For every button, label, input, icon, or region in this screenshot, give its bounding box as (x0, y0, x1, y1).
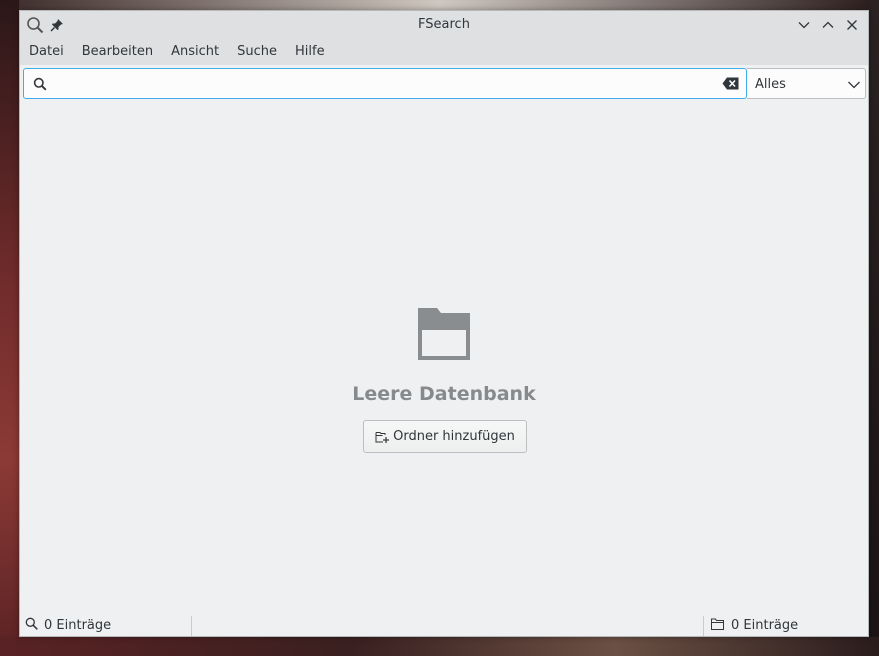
status-separator (191, 616, 192, 636)
window-title: FSearch (418, 17, 470, 32)
minimize-icon[interactable] (792, 14, 816, 36)
results-area: Leere Datenbank Ordner hinzufügen (20, 103, 868, 614)
chevron-down-icon (847, 78, 861, 96)
title-bar[interactable]: FSearch (20, 11, 868, 38)
menu-ansicht[interactable]: Ansicht (165, 38, 225, 65)
menu-datei[interactable]: Datei (23, 38, 70, 65)
folder-icon (711, 618, 724, 634)
fsearch-window: FSearch Datei Bearbeiten Ansicht Suche H… (19, 10, 869, 637)
status-bar: 0 Einträge 0 Einträge (20, 615, 868, 636)
db-count-text: 0 Einträge (731, 618, 799, 633)
desktop-background-right (869, 0, 879, 656)
folder-icon (417, 307, 471, 365)
search-icon (33, 77, 47, 95)
add-folder-button[interactable]: Ordner hinzufügen (363, 420, 527, 453)
clear-icon[interactable] (722, 77, 739, 94)
status-db-count: 0 Einträge (711, 615, 798, 636)
add-folder-label: Ordner hinzufügen (393, 429, 515, 444)
menu-suche[interactable]: Suche (231, 38, 283, 65)
status-separator (703, 616, 704, 636)
maximize-icon[interactable] (816, 14, 840, 36)
search-count-text: 0 Einträge (44, 618, 112, 633)
menu-hilfe[interactable]: Hilfe (289, 38, 331, 65)
close-icon[interactable] (840, 14, 864, 36)
search-row: Alles (23, 68, 866, 101)
status-search-count: 0 Einträge (25, 615, 111, 636)
search-input[interactable] (54, 73, 718, 96)
menu-bearbeiten[interactable]: Bearbeiten (76, 38, 159, 65)
filter-selected-label: Alles (755, 77, 786, 92)
desktop-background-bottom (0, 637, 879, 656)
pin-icon[interactable] (46, 14, 68, 36)
desktop-background-top (0, 0, 879, 10)
menu-bar: Datei Bearbeiten Ansicht Suche Hilfe (20, 38, 868, 65)
desktop-background-left (0, 0, 19, 656)
search-icon[interactable] (24, 14, 46, 36)
folder-add-icon (375, 430, 390, 444)
search-field[interactable] (23, 68, 747, 99)
search-icon (25, 617, 38, 634)
empty-database-title: Leere Datenbank (352, 383, 536, 405)
filter-dropdown[interactable]: Alles (747, 68, 866, 99)
